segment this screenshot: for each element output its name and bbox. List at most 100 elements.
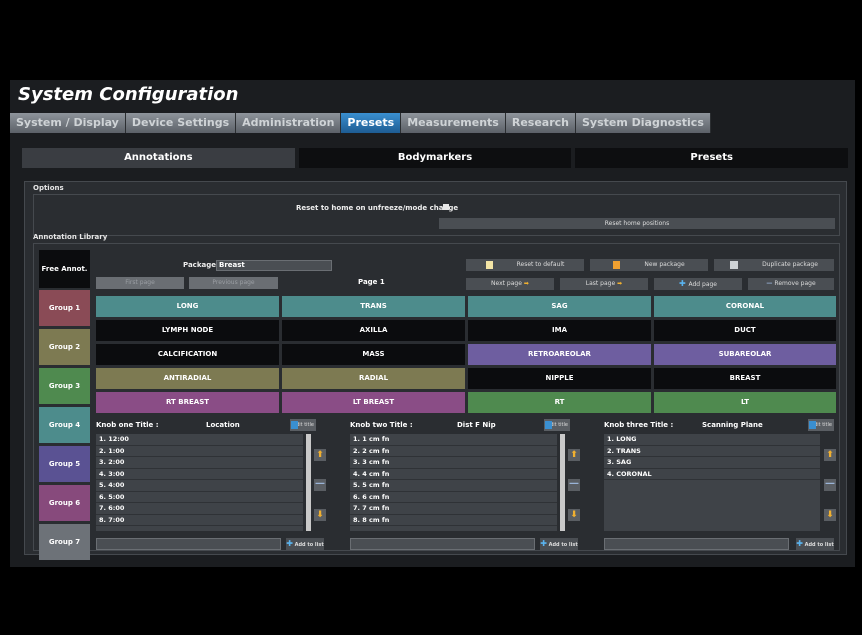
group-5-button[interactable]: Group 5: [39, 446, 90, 482]
tab-system-display[interactable]: System / Display: [10, 113, 126, 133]
list-item[interactable]: 1. 1 cm fn: [350, 434, 557, 446]
move-down-icon[interactable]: ⬇: [568, 509, 580, 521]
package-select[interactable]: Breast: [216, 260, 332, 271]
move-up-icon[interactable]: ⬆: [314, 449, 326, 461]
annotation-button[interactable]: CALCIFICATION: [96, 344, 279, 365]
list-item[interactable]: 8. 7:00: [96, 515, 303, 526]
move-up-icon[interactable]: ⬆: [568, 449, 580, 461]
group-3-button[interactable]: Group 3: [39, 368, 90, 404]
knob-one-list[interactable]: 1. 12:00 2. 1:00 3. 2:00 4. 3:00 5. 4:00…: [96, 434, 303, 531]
free-annot-button[interactable]: Free Annot.: [39, 250, 90, 288]
reset-to-default-button[interactable]: Reset to default: [466, 259, 584, 271]
group-1-button[interactable]: Group 1: [39, 290, 90, 326]
tab-system-diagnostics[interactable]: System Diagnostics: [575, 113, 711, 133]
knob-three-title-value: Scanning Plane: [702, 421, 763, 429]
list-item[interactable]: 7. 7 cm fn: [350, 503, 557, 515]
annotation-button[interactable]: LT BREAST: [282, 392, 465, 413]
tab-measurements[interactable]: Measurements: [401, 113, 506, 133]
annotation-button[interactable]: NIPPLE: [468, 368, 651, 389]
annotation-button[interactable]: TRANS: [282, 296, 465, 317]
list-item[interactable]: 5. 5 cm fn: [350, 480, 557, 492]
knob-two-add-button[interactable]: ✚ Add to list: [540, 538, 578, 550]
annotation-button[interactable]: CORONAL: [654, 296, 836, 317]
knob-two-title-value: Dist F Nip: [457, 421, 496, 429]
knob-one-add-input[interactable]: [96, 538, 281, 550]
reset-on-unfreeze-checkbox[interactable]: [443, 204, 449, 210]
subtab-bodymarkers[interactable]: Bodymarkers: [298, 148, 572, 168]
list-item[interactable]: 4. 3:00: [96, 469, 303, 480]
duplicate-icon: [730, 260, 739, 269]
knob-two-edit-title-button[interactable]: Edit title: [544, 419, 570, 431]
move-down-icon[interactable]: ⬇: [824, 509, 836, 521]
remove-item-icon[interactable]: —: [824, 479, 836, 491]
last-page-button[interactable]: Last page ➡: [560, 278, 648, 290]
annotation-button[interactable]: RT BREAST: [96, 392, 279, 413]
list-item[interactable]: 3. 2:00: [96, 457, 303, 469]
annotation-button[interactable]: DUCT: [654, 320, 836, 341]
annotation-button[interactable]: IMA: [468, 320, 651, 341]
annotation-button[interactable]: LYMPH NODE: [96, 320, 279, 341]
tab-device-settings[interactable]: Device Settings: [125, 113, 237, 133]
tab-presets[interactable]: Presets: [341, 113, 402, 133]
tab-research[interactable]: Research: [505, 113, 576, 133]
annotation-button[interactable]: ANTIRADIAL: [96, 368, 279, 389]
annotation-button[interactable]: AXILLA: [282, 320, 465, 341]
duplicate-package-button[interactable]: Duplicate package: [714, 259, 834, 271]
knob-two-add-input[interactable]: [350, 538, 535, 550]
list-item[interactable]: 2. 1:00: [96, 446, 303, 457]
pencil-icon: [545, 421, 552, 429]
annotation-button[interactable]: LONG: [96, 296, 279, 317]
tab-administration[interactable]: Administration: [236, 113, 342, 133]
new-package-button[interactable]: New package: [590, 259, 708, 271]
sub-tabs: Annotations Bodymarkers Presets: [22, 148, 849, 168]
group-7-button[interactable]: Group 7: [39, 524, 90, 560]
subtab-presets[interactable]: Presets: [575, 148, 849, 168]
list-item[interactable]: 2. 2 cm fn: [350, 446, 557, 457]
annotation-button[interactable]: RETROAREOLAR: [468, 344, 651, 365]
previous-page-button[interactable]: Previous page: [189, 277, 278, 289]
list-item[interactable]: 8. 8 cm fn: [350, 515, 557, 526]
knob-three-list[interactable]: 1. LONG 2. TRANS 3. SAG 4. CORONAL: [604, 434, 820, 531]
list-item[interactable]: 6. 6 cm fn: [350, 492, 557, 503]
knob-one-add-button[interactable]: ✚ Add to list: [286, 538, 324, 550]
annotation-button[interactable]: RT: [468, 392, 651, 413]
list-item[interactable]: 3. 3 cm fn: [350, 457, 557, 469]
list-item[interactable]: 1. LONG: [604, 434, 820, 446]
remove-page-button[interactable]: — Remove page: [748, 278, 834, 290]
annotation-button[interactable]: BREAST: [654, 368, 836, 389]
move-down-icon[interactable]: ⬇: [314, 509, 326, 521]
knob-three-add-input[interactable]: [604, 538, 789, 550]
list-item[interactable]: 3. SAG: [604, 457, 820, 469]
annotation-button[interactable]: SUBAREOLAR: [654, 344, 836, 365]
annotation-button[interactable]: SAG: [468, 296, 651, 317]
list-item[interactable]: 1. 12:00: [96, 434, 303, 446]
group-2-button[interactable]: Group 2: [39, 329, 90, 365]
list-item[interactable]: 4. 4 cm fn: [350, 469, 557, 480]
knob-three-add-button[interactable]: ✚ Add to list: [796, 538, 834, 550]
list-item[interactable]: 5. 4:00: [96, 480, 303, 492]
list-item[interactable]: 6. 5:00: [96, 492, 303, 503]
remove-item-icon[interactable]: —: [314, 479, 326, 491]
next-page-button[interactable]: Next page ➡: [466, 278, 554, 290]
subtab-annotations[interactable]: Annotations: [22, 148, 295, 168]
list-item[interactable]: 4. CORONAL: [604, 469, 820, 480]
page-title: System Configuration: [18, 84, 239, 105]
knob-one-scrollbar[interactable]: [306, 434, 311, 531]
annotation-button[interactable]: RADIAL: [282, 368, 465, 389]
annotation-button[interactable]: MASS: [282, 344, 465, 365]
knob-two-list[interactable]: 1. 1 cm fn 2. 2 cm fn 3. 3 cm fn 4. 4 cm…: [350, 434, 557, 531]
list-item[interactable]: 2. TRANS: [604, 446, 820, 457]
remove-item-icon[interactable]: —: [568, 479, 580, 491]
first-page-button[interactable]: First page: [96, 277, 184, 289]
knob-three-edit-title-button[interactable]: Edit title: [808, 419, 834, 431]
list-item[interactable]: 7. 6:00: [96, 503, 303, 515]
group-6-button[interactable]: Group 6: [39, 485, 90, 521]
pencil-icon: [291, 421, 298, 429]
move-up-icon[interactable]: ⬆: [824, 449, 836, 461]
knob-two-scrollbar[interactable]: [560, 434, 565, 531]
knob-one-edit-title-button[interactable]: Edit title: [290, 419, 316, 431]
group-4-button[interactable]: Group 4: [39, 407, 90, 443]
annotation-button[interactable]: LT: [654, 392, 836, 413]
add-page-button[interactable]: ✚ Add page: [654, 278, 742, 290]
reset-home-positions-button[interactable]: Reset home positions: [439, 218, 835, 229]
